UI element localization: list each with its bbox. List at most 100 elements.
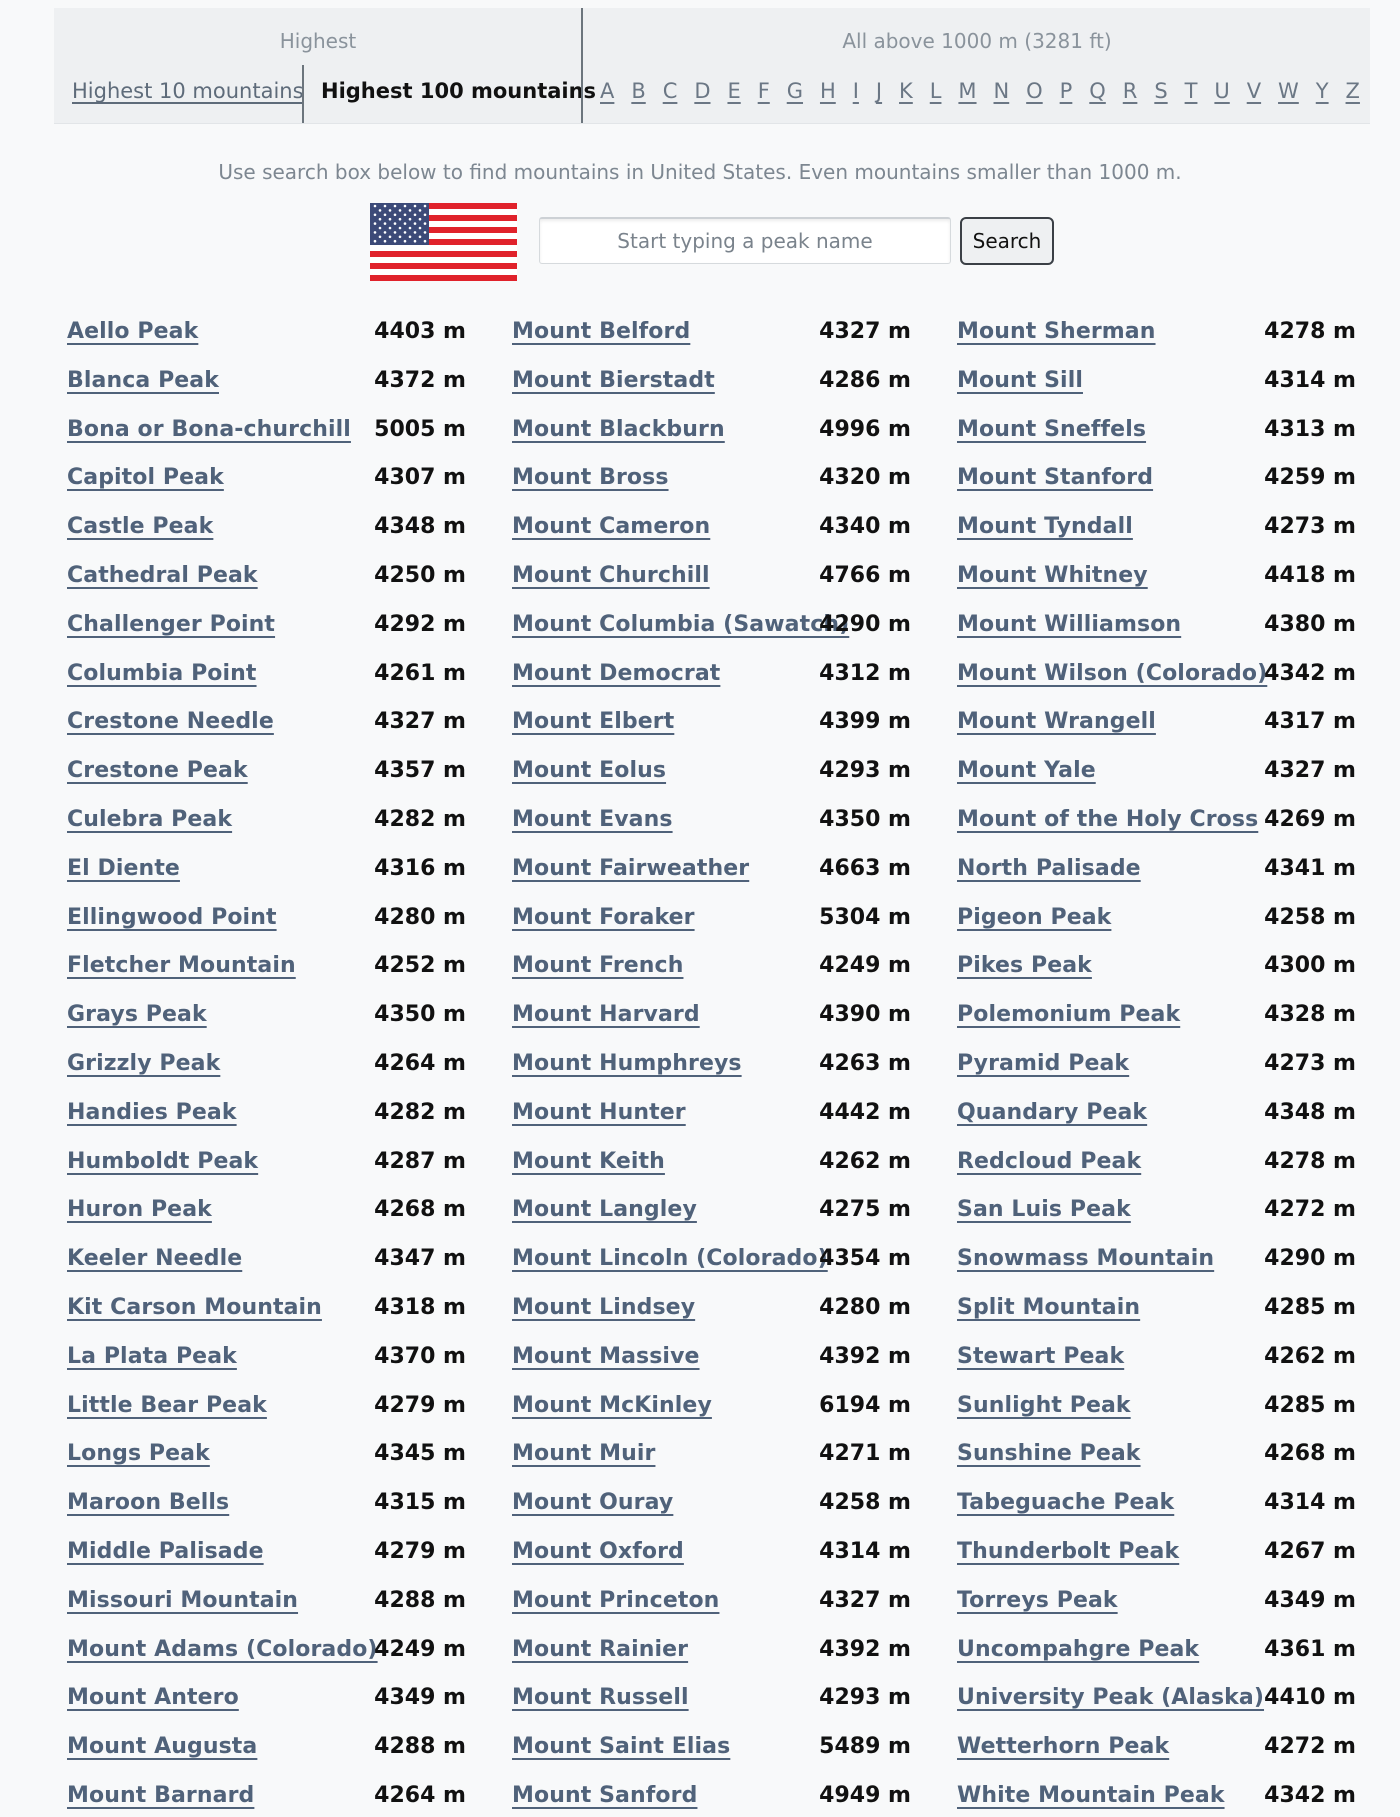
peak-link[interactable]: Challenger Point [67,612,275,637]
peak-link[interactable]: San Luis Peak [957,1197,1131,1222]
peak-link[interactable]: Handies Peak [67,1100,237,1125]
peak-link[interactable]: Mount Sill [957,368,1083,393]
peak-link[interactable]: Mount Saint Elias [512,1734,730,1759]
peak-link[interactable]: Mount Belford [512,319,690,344]
peak-link[interactable]: Tabeguache Peak [957,1490,1174,1515]
peak-link[interactable]: La Plata Peak [67,1344,237,1369]
peak-link[interactable]: Aello Peak [67,319,198,344]
peak-link[interactable]: Mount Stanford [957,465,1153,490]
peak-link[interactable]: Keeler Needle [67,1246,242,1271]
peak-link[interactable]: Quandary Peak [957,1100,1147,1125]
peak-link[interactable]: Mount Barnard [67,1783,254,1808]
peak-link[interactable]: Mount Bierstadt [512,368,715,393]
peak-link[interactable]: Mount Ouray [512,1490,673,1515]
peak-link[interactable]: Mount Langley [512,1197,697,1222]
letter-link-q[interactable]: Q [1089,79,1106,103]
letter-link-r[interactable]: R [1123,79,1138,103]
peak-link[interactable]: Grays Peak [67,1002,207,1027]
letter-link-u[interactable]: U [1214,79,1229,103]
peak-link[interactable]: Mount Whitney [957,563,1148,588]
peak-link[interactable]: Mount Princeton [512,1588,719,1613]
peak-link[interactable]: Culebra Peak [67,807,232,832]
peak-link[interactable]: Mount Foraker [512,905,695,930]
letter-link-m[interactable]: M [958,79,976,103]
peak-link[interactable]: Kit Carson Mountain [67,1295,322,1320]
peak-link[interactable]: Stewart Peak [957,1344,1124,1369]
peak-link[interactable]: Mount Rainier [512,1637,688,1662]
peak-link[interactable]: Crestone Needle [67,709,274,734]
peak-link[interactable]: Mount McKinley [512,1393,712,1418]
letter-link-o[interactable]: O [1026,79,1043,103]
peak-link[interactable]: Mount Wrangell [957,709,1156,734]
peak-link[interactable]: Pikes Peak [957,953,1092,978]
peak-link[interactable]: Fletcher Mountain [67,953,296,978]
letter-link-j[interactable]: J [876,79,882,103]
peak-link[interactable]: Bona or Bona-churchill [67,417,351,442]
letter-link-p[interactable]: P [1060,79,1073,103]
letter-link-v[interactable]: V [1247,79,1261,103]
peak-link[interactable]: Mount Massive [512,1344,700,1369]
peak-link[interactable]: Redcloud Peak [957,1149,1141,1174]
peak-search-input[interactable] [539,217,951,264]
peak-link[interactable]: Middle Palisade [67,1539,264,1564]
peak-link[interactable]: Huron Peak [67,1197,212,1222]
peak-link[interactable]: Mount Augusta [67,1734,257,1759]
peak-link[interactable]: Mount Sanford [512,1783,697,1808]
letter-link-d[interactable]: D [694,79,710,103]
peak-link[interactable]: Thunderbolt Peak [957,1539,1179,1564]
letter-link-t[interactable]: T [1185,79,1198,103]
peak-link[interactable]: Mount Yale [957,758,1096,783]
peak-link[interactable]: Mount Keith [512,1149,665,1174]
peak-link[interactable]: Mount Hunter [512,1100,686,1125]
peak-link[interactable]: Capitol Peak [67,465,224,490]
peak-link[interactable]: Sunlight Peak [957,1393,1131,1418]
peak-link[interactable]: Torreys Peak [957,1588,1118,1613]
peak-link[interactable]: Mount Lincoln (Colorado) [512,1246,828,1271]
letter-link-s[interactable]: S [1154,79,1167,103]
tab-highest-10[interactable]: Highest 10 mountains [72,79,304,103]
peak-link[interactable]: Cathedral Peak [67,563,258,588]
peak-link[interactable]: Castle Peak [67,514,213,539]
peak-link[interactable]: Longs Peak [67,1441,210,1466]
peak-link[interactable]: Mount Democrat [512,661,720,686]
letter-link-y[interactable]: Y [1316,79,1329,103]
peak-link[interactable]: Sunshine Peak [957,1441,1141,1466]
peak-link[interactable]: Ellingwood Point [67,905,277,930]
letter-link-e[interactable]: E [727,79,740,103]
peak-link[interactable]: Mount Russell [512,1685,689,1710]
peak-link[interactable]: Mount Blackburn [512,417,725,442]
peak-link[interactable]: Mount Sneffels [957,417,1146,442]
peak-link[interactable]: Mount French [512,953,683,978]
peak-link[interactable]: Mount Fairweather [512,856,749,881]
peak-link[interactable]: Missouri Mountain [67,1588,298,1613]
letter-link-h[interactable]: H [820,79,836,103]
peak-link[interactable]: Mount Elbert [512,709,674,734]
peak-link[interactable]: Mount Harvard [512,1002,700,1027]
peak-link[interactable]: Maroon Bells [67,1490,229,1515]
peak-link[interactable]: Crestone Peak [67,758,248,783]
peak-link[interactable]: Mount Williamson [957,612,1181,637]
peak-link[interactable]: Mount Adams (Colorado) [67,1637,378,1662]
peak-link[interactable]: Mount of the Holy Cross [957,807,1258,832]
peak-link[interactable]: Little Bear Peak [67,1393,267,1418]
peak-link[interactable]: Snowmass Mountain [957,1246,1214,1271]
peak-link[interactable]: Mount Cameron [512,514,710,539]
letter-link-w[interactable]: W [1278,79,1299,103]
peak-link[interactable]: El Diente [67,856,180,881]
peak-link[interactable]: Mount Evans [512,807,673,832]
peak-link[interactable]: Pyramid Peak [957,1051,1129,1076]
search-button[interactable]: Search [960,217,1054,265]
peak-link[interactable]: Mount Churchill [512,563,710,588]
peak-link[interactable]: Mount Muir [512,1441,655,1466]
peak-link[interactable]: Mount Humphreys [512,1051,742,1076]
peak-link[interactable]: Grizzly Peak [67,1051,220,1076]
peak-link[interactable]: Mount Sherman [957,319,1156,344]
peak-link[interactable]: Wetterhorn Peak [957,1734,1169,1759]
peak-link[interactable]: Humboldt Peak [67,1149,258,1174]
peak-link[interactable]: Mount Bross [512,465,669,490]
peak-link[interactable]: Blanca Peak [67,368,219,393]
peak-link[interactable]: Split Mountain [957,1295,1140,1320]
peak-link[interactable]: Mount Antero [67,1685,239,1710]
letter-link-k[interactable]: K [899,79,913,103]
letter-link-b[interactable]: B [631,79,645,103]
